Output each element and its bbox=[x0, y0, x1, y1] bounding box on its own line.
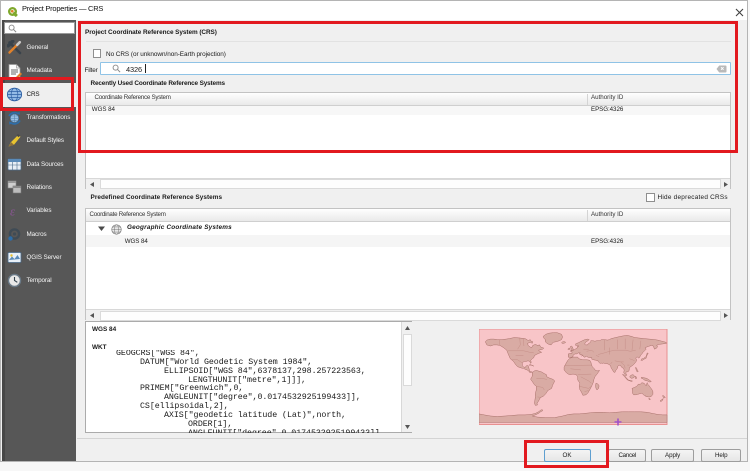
svg-text:ε: ε bbox=[10, 204, 16, 219]
